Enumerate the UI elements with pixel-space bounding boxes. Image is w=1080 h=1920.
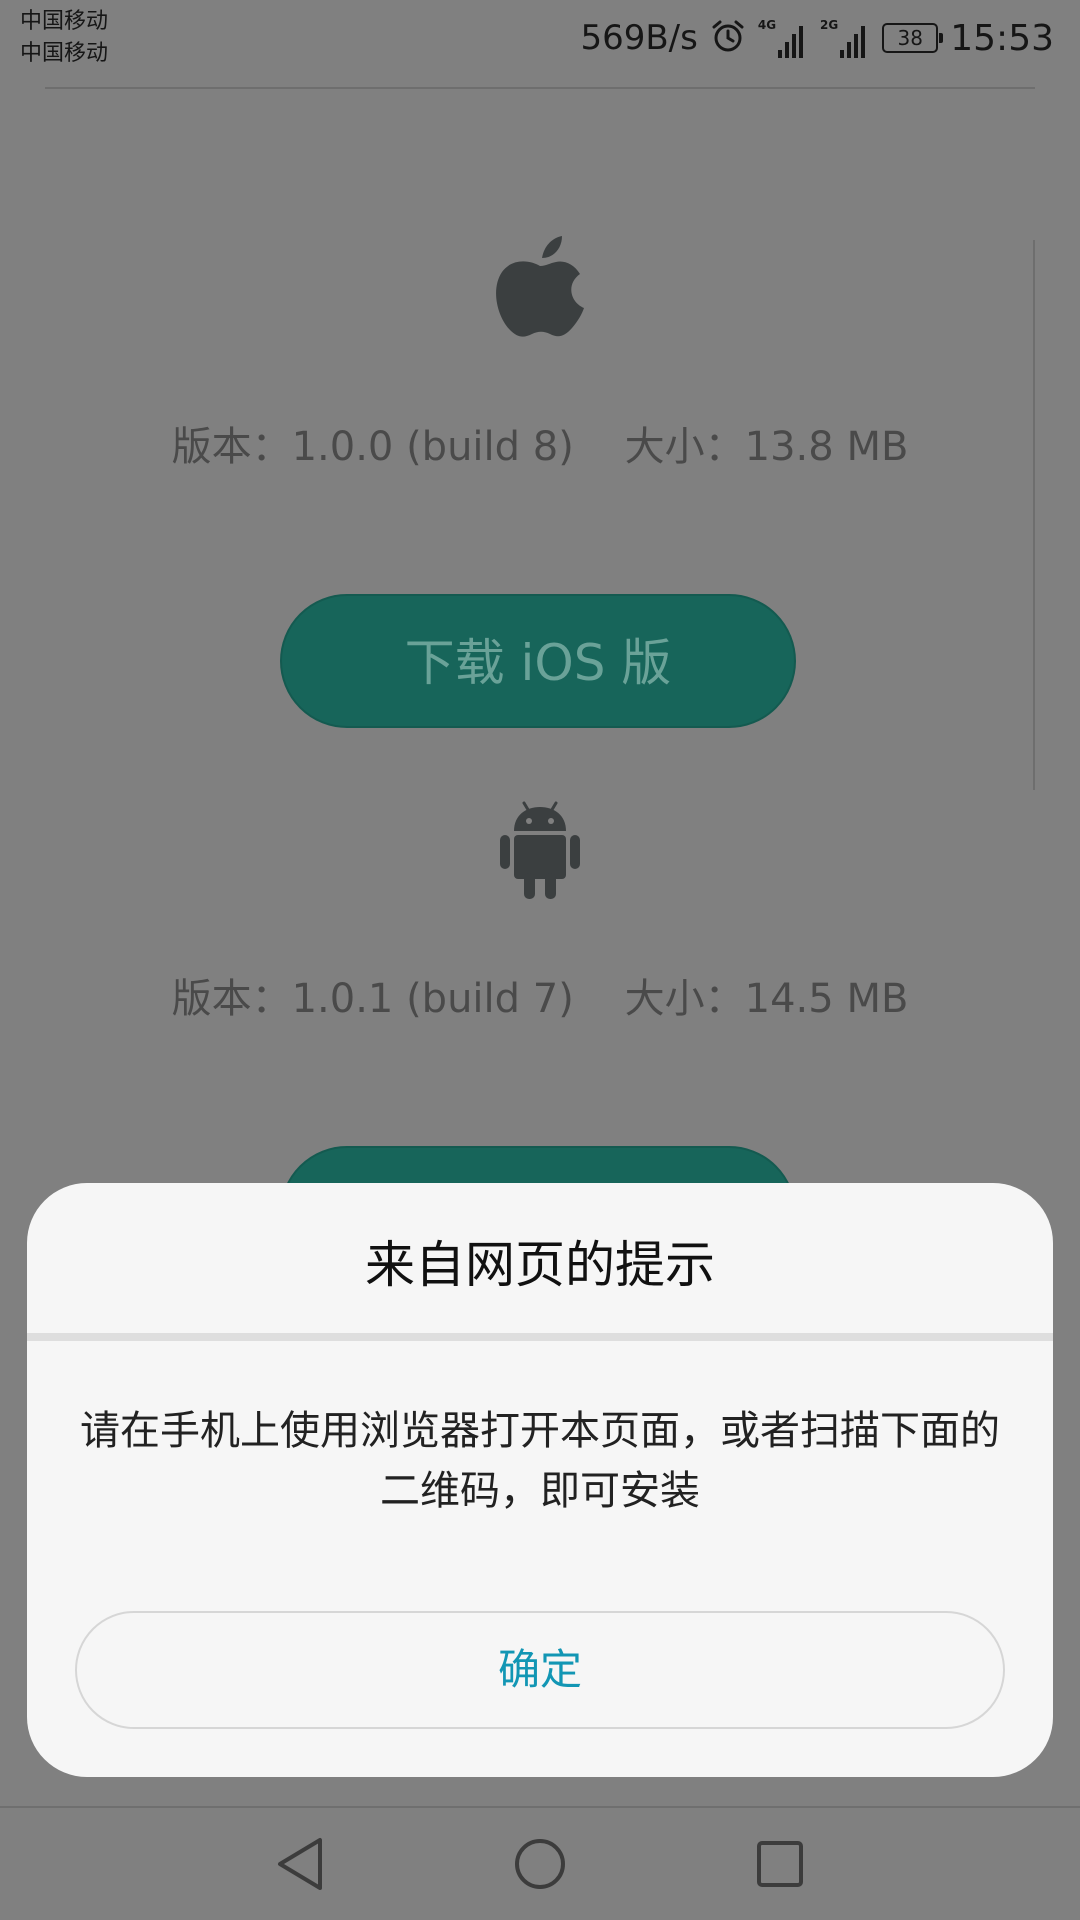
carrier-name-1: 中国移动 — [20, 9, 109, 34]
android-icon — [490, 795, 590, 905]
battery-level: 38 — [897, 26, 923, 50]
confirm-button[interactable]: 确定 — [75, 1611, 1005, 1729]
home-circle-icon[interactable] — [502, 1826, 578, 1902]
back-triangle-icon[interactable] — [262, 1826, 338, 1902]
header-divider — [45, 87, 1035, 89]
screen: 中国移动 中国移动 569B/s 4G 2G 38 15:53 版本：1.0.0… — [0, 0, 1080, 1920]
navigation-bar — [0, 1808, 1080, 1920]
status-bar: 中国移动 中国移动 569B/s 4G 2G 38 15:53 — [0, 0, 1080, 80]
ios-version-info: 版本：1.0.0 (build 8) 大小：13.8 MB — [171, 424, 909, 470]
alert-dialog: 来自网页的提示 请在手机上使用浏览器打开本页面，或者扫描下面的二维码，即可安装 … — [27, 1183, 1053, 1777]
signal-2g-label: 2G — [820, 18, 839, 32]
status-icons: 569B/s 4G 2G 38 15:53 — [580, 14, 1054, 62]
clock: 15:53 — [950, 17, 1054, 59]
dialog-title: 来自网页的提示 — [365, 1236, 715, 1294]
dialog-message: 请在手机上使用浏览器打开本页面，或者扫描下面的二维码，即可安装 — [80, 1408, 1000, 1514]
signal-bars-icon — [778, 26, 804, 58]
recents-square-icon[interactable] — [742, 1826, 818, 1902]
signal-4g-label: 4G — [757, 18, 777, 32]
download-ios-button[interactable]: 下载 iOS 版 — [280, 594, 796, 728]
battery-icon: 38 — [882, 23, 944, 53]
signal-4g: 4G — [758, 18, 808, 58]
scrollbar[interactable] — [1033, 240, 1035, 790]
signal-bars-icon — [840, 26, 866, 58]
carrier-name-2: 中国移动 — [20, 41, 109, 66]
network-speed: 569B/s — [580, 18, 698, 58]
android-version-info: 版本：1.0.1 (build 7) 大小：14.5 MB — [171, 976, 909, 1022]
alarm-icon — [710, 18, 746, 58]
carrier-info: 中国移动 中国移动 — [20, 6, 108, 70]
signal-2g: 2G — [820, 18, 870, 58]
dialog-divider — [27, 1333, 1053, 1341]
apple-icon — [490, 232, 590, 342]
